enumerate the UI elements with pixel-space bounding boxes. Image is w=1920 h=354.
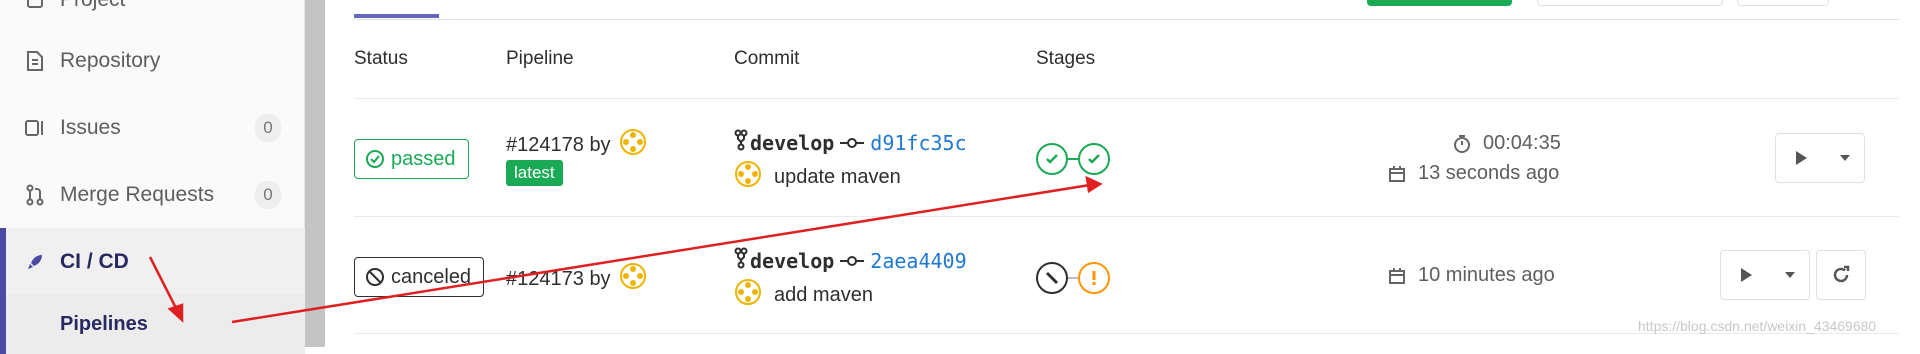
calendar-icon bbox=[1388, 165, 1406, 183]
sidebar-item-label: Repository bbox=[60, 48, 161, 72]
latest-badge: latest bbox=[506, 160, 563, 186]
column-header-status: Status bbox=[354, 48, 408, 69]
pipeline-link[interactable]: #124173 bbox=[506, 268, 584, 291]
issues-icon bbox=[24, 116, 46, 140]
status-badge-passed[interactable]: passed bbox=[354, 139, 469, 179]
rocket-icon bbox=[24, 250, 46, 274]
project-icon bbox=[24, 0, 46, 12]
avatar[interactable] bbox=[619, 128, 647, 162]
sidebar-subitem-label: Pipelines bbox=[60, 312, 148, 335]
column-header-commit: Commit bbox=[734, 48, 800, 69]
stage-deploy-passed[interactable] bbox=[1078, 143, 1110, 175]
repository-icon bbox=[24, 49, 46, 73]
commit-title-link[interactable]: add maven bbox=[774, 284, 873, 307]
sidebar-scrollbar[interactable] bbox=[305, 0, 325, 347]
pipelines-panel: Status Pipeline Commit Stages passed #12… bbox=[325, 0, 1920, 347]
cancel-circle-icon bbox=[365, 267, 385, 287]
timer-icon bbox=[1453, 134, 1471, 154]
by-label: by bbox=[589, 267, 611, 290]
sidebar-item-issues[interactable]: Issues 0 bbox=[0, 94, 305, 161]
branch-link[interactable]: develop bbox=[750, 249, 834, 273]
pipeline-finished-at: 10 minutes ago bbox=[1388, 264, 1555, 287]
merge-requests-count-badge: 0 bbox=[255, 180, 281, 209]
clear-cache-button[interactable] bbox=[1537, 0, 1723, 6]
active-tab-indicator bbox=[354, 14, 439, 18]
header-divider bbox=[354, 98, 1899, 99]
branch-icon bbox=[734, 247, 748, 275]
active-indicator bbox=[0, 228, 6, 295]
pipeline-duration: 00:04:35 bbox=[1453, 132, 1561, 155]
pipeline-id: #124173 by bbox=[506, 262, 647, 296]
avatar[interactable] bbox=[619, 262, 647, 296]
warning-icon bbox=[1092, 271, 1096, 285]
check-icon bbox=[1046, 154, 1058, 164]
stage-build-passed[interactable] bbox=[1036, 143, 1068, 175]
watermark: https://blog.csdn.net/weixin_43469680 bbox=[1638, 318, 1877, 334]
chevron-down-icon[interactable] bbox=[1771, 251, 1809, 299]
sidebar: Project Repository Issues 0 Merge Reques… bbox=[0, 0, 305, 354]
branch-icon bbox=[734, 129, 748, 157]
sidebar-item-ci-cd[interactable]: CI / CD bbox=[0, 228, 305, 295]
row-divider bbox=[354, 216, 1899, 217]
branch-link[interactable]: develop bbox=[750, 131, 834, 155]
status-badge-canceled[interactable]: canceled bbox=[354, 257, 485, 297]
stage-deploy-warning[interactable] bbox=[1078, 262, 1110, 294]
commit-icon bbox=[840, 250, 865, 273]
finished-label: 10 minutes ago bbox=[1418, 264, 1555, 286]
merge-request-icon bbox=[24, 183, 46, 207]
sidebar-subitem-pipelines[interactable]: Pipelines bbox=[0, 294, 305, 354]
status-label: canceled bbox=[391, 265, 472, 288]
calendar-icon bbox=[1388, 267, 1406, 285]
duration-label: 00:04:35 bbox=[1483, 132, 1561, 154]
commit-icon bbox=[840, 132, 865, 155]
check-icon bbox=[1088, 154, 1100, 164]
column-header-pipeline: Pipeline bbox=[506, 48, 574, 69]
cancel-icon bbox=[1045, 271, 1059, 285]
pipeline-id: #124178 by bbox=[506, 128, 647, 162]
play-actions-dropdown[interactable] bbox=[1775, 133, 1865, 183]
sidebar-item-label: CI / CD bbox=[60, 249, 129, 273]
pipeline-link[interactable]: #124178 bbox=[506, 134, 584, 157]
active-indicator bbox=[0, 294, 6, 354]
play-icon[interactable] bbox=[1776, 134, 1826, 182]
check-circle-icon bbox=[365, 149, 385, 169]
sidebar-item-label: Project bbox=[60, 0, 125, 12]
run-pipeline-button[interactable] bbox=[1367, 0, 1512, 6]
avatar[interactable] bbox=[734, 278, 762, 312]
commit-sha-link[interactable]: 2aea4409 bbox=[870, 249, 966, 273]
play-actions-dropdown[interactable] bbox=[1720, 250, 1810, 300]
sidebar-item-merge-requests[interactable]: Merge Requests 0 bbox=[0, 161, 305, 228]
chevron-down-icon[interactable] bbox=[1826, 134, 1864, 182]
avatar[interactable] bbox=[734, 160, 762, 194]
stage-build-canceled[interactable] bbox=[1036, 262, 1068, 294]
commit-message: add maven bbox=[734, 278, 873, 312]
status-label: passed bbox=[391, 147, 456, 170]
finished-label: 13 seconds ago bbox=[1418, 162, 1560, 184]
tabs-divider bbox=[354, 19, 1899, 20]
commit-sha-link[interactable]: d91fc35c bbox=[870, 131, 966, 155]
sidebar-item-label: Merge Requests bbox=[60, 182, 215, 206]
pipeline-finished-at: 13 seconds ago bbox=[1388, 162, 1559, 185]
commit-title-link[interactable]: update maven bbox=[774, 166, 901, 189]
commit-message: update maven bbox=[734, 160, 901, 194]
sidebar-item-label: Issues bbox=[60, 115, 121, 139]
by-label: by bbox=[589, 133, 611, 156]
play-icon[interactable] bbox=[1721, 251, 1771, 299]
commit-ref: develop d91fc35c bbox=[734, 129, 967, 157]
retry-button[interactable] bbox=[1816, 250, 1866, 300]
column-header-stages: Stages bbox=[1036, 48, 1096, 69]
sidebar-item-repository[interactable]: Repository bbox=[0, 27, 305, 94]
issues-count-badge: 0 bbox=[255, 113, 281, 142]
ci-lint-button[interactable] bbox=[1737, 0, 1829, 6]
commit-ref: develop 2aea4409 bbox=[734, 247, 967, 275]
retry-icon[interactable] bbox=[1817, 251, 1865, 299]
